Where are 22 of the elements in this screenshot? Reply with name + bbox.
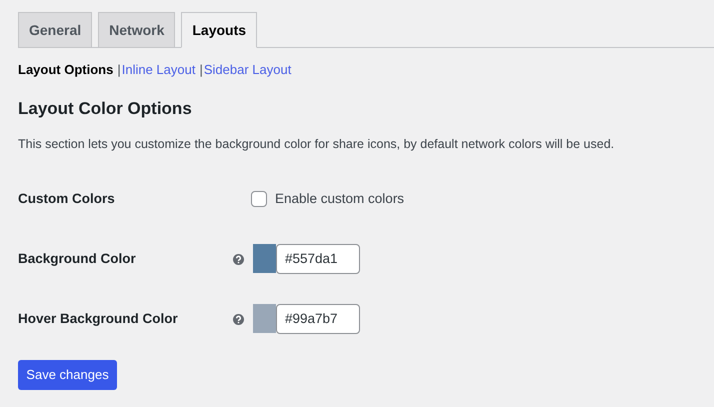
field-label: Hover Background Color bbox=[18, 310, 179, 328]
color-input[interactable]: #99a7b7 bbox=[276, 304, 360, 334]
color-swatch[interactable] bbox=[253, 244, 276, 274]
field-label: Custom Colors bbox=[18, 190, 116, 208]
separator: | bbox=[117, 61, 121, 79]
section-description: This section lets you customize the background color for share icons, by default network colors will be used. bbox=[18, 136, 616, 153]
color-input[interactable]: #557da1 bbox=[276, 244, 360, 274]
color-swatch[interactable] bbox=[253, 304, 276, 334]
help-icon bbox=[233, 314, 244, 325]
subnav-link[interactable]: Sidebar Layout bbox=[204, 60, 292, 80]
tab[interactable]: Layouts bbox=[181, 12, 258, 48]
subnav-link[interactable]: Inline Layout bbox=[122, 60, 196, 80]
help-icon bbox=[233, 254, 244, 265]
subnav-link[interactable]: Layout Options bbox=[18, 60, 114, 80]
checkbox-label: Enable custom colors bbox=[275, 190, 404, 208]
save-button[interactable]: Save changes bbox=[18, 360, 117, 390]
section-heading: Layout Color Options bbox=[18, 98, 193, 120]
tab[interactable]: Network bbox=[98, 12, 176, 48]
checkbox[interactable] bbox=[251, 190, 267, 207]
separator: | bbox=[199, 61, 203, 79]
field-label: Background Color bbox=[18, 250, 137, 268]
tab[interactable]: General bbox=[18, 12, 92, 48]
